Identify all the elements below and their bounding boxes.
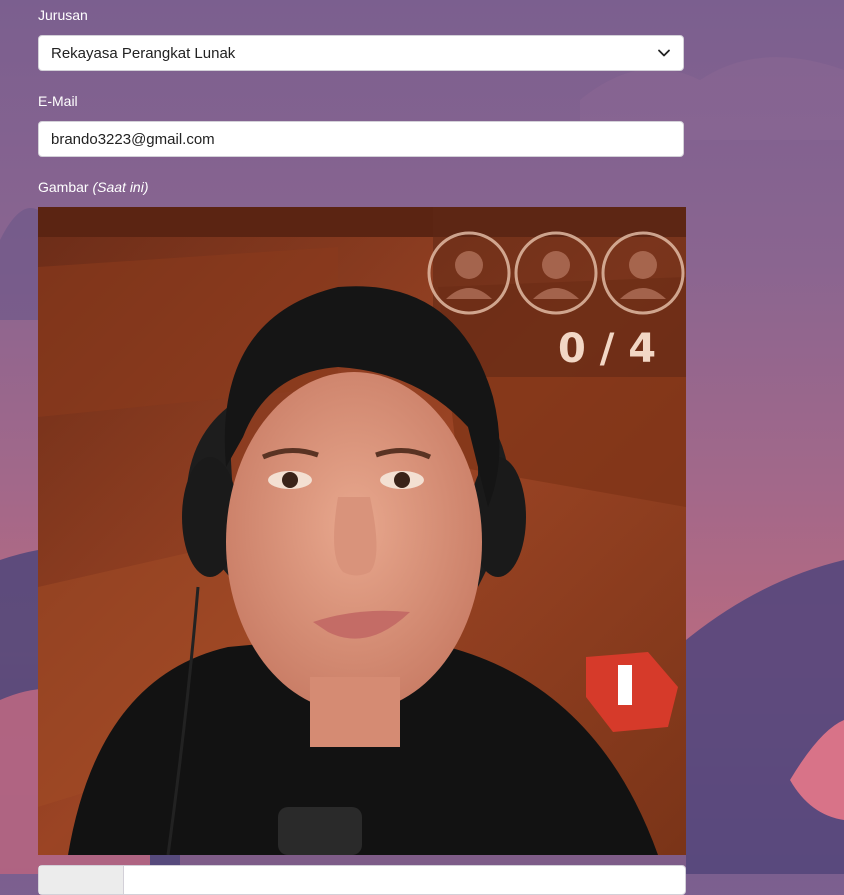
photo-counter-text: 0 / 4 <box>558 326 656 372</box>
file-input[interactable] <box>38 865 686 895</box>
jurusan-select-value: Rekayasa Perangkat Lunak <box>51 44 236 62</box>
email-label: E-Mail <box>38 93 78 109</box>
gambar-label-text: Gambar <box>38 179 89 195</box>
current-profile-photo: 0 / 4 <box>38 207 686 855</box>
email-field[interactable]: brando3223@gmail.com <box>38 121 684 157</box>
file-choose-button[interactable] <box>39 866 124 894</box>
email-field-value: brando3223@gmail.com <box>51 130 215 148</box>
jurusan-select[interactable]: Rekayasa Perangkat Lunak <box>38 35 684 71</box>
jurusan-label: Jurusan <box>38 7 88 23</box>
gambar-label: Gambar (Saat ini) <box>38 179 149 195</box>
gambar-label-note: (Saat ini) <box>92 179 149 195</box>
chevron-down-icon <box>658 49 670 57</box>
